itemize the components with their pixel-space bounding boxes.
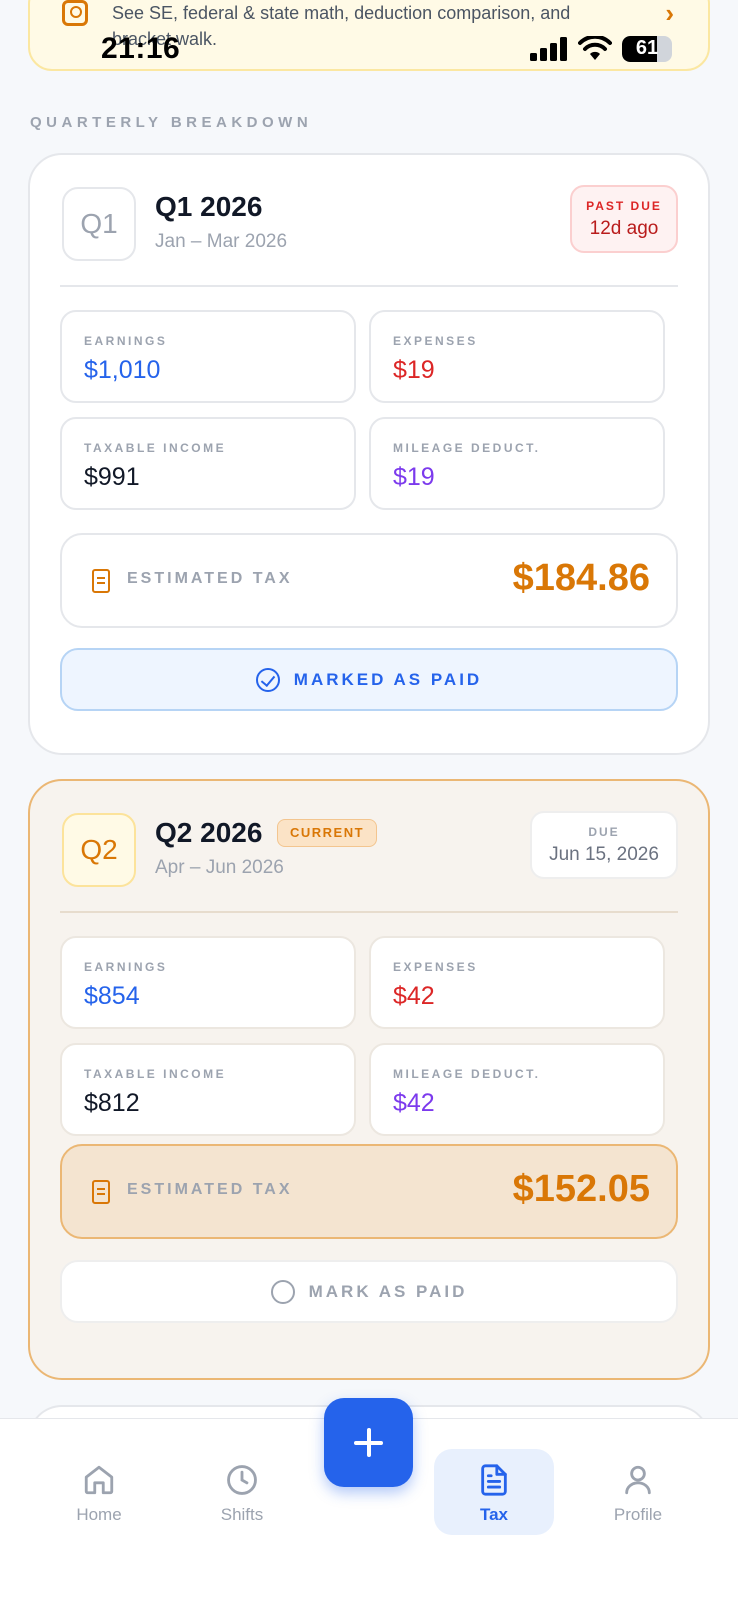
status-label: PAST DUE: [586, 199, 662, 213]
divider: [60, 285, 678, 287]
taxable-income-tile: TAXABLE INCOME $991: [60, 417, 356, 510]
nav-label-home: Home: [76, 1505, 122, 1524]
check-circle-icon: [255, 667, 280, 692]
quarter-range: Apr – Jun 2026: [155, 857, 284, 878]
earnings-tile: EARNINGS $1,010: [60, 310, 356, 403]
status-value: 12d ago: [589, 218, 659, 239]
quarter-card-q2: Q2 Q2 2026 CURRENT Apr – Jun 2026 DUE Ju…: [28, 779, 710, 1380]
quarter-title: Q1 2026: [155, 191, 263, 222]
mileage-deduction-tile: MILEAGE DEDUCT. $19: [369, 417, 665, 510]
battery-icon: 61: [622, 36, 672, 62]
mileage-deduction-tile: MILEAGE DEDUCT. $42: [369, 1043, 665, 1136]
estimated-tax-label: ESTIMATED TAX: [127, 570, 293, 587]
estimated-tax-value: $152.05: [512, 1168, 650, 1210]
nav-item-tax[interactable]: Tax: [434, 1449, 554, 1535]
mark-as-paid-button[interactable]: MARK AS PAID: [60, 1260, 678, 1323]
mileage-deduction-label: MILEAGE DEDUCT.: [393, 441, 541, 455]
current-tag: CURRENT: [277, 819, 378, 847]
earnings-tile: EARNINGS $854: [60, 936, 356, 1029]
earnings-value: $854: [84, 982, 140, 1010]
mileage-deduction-value: $42: [393, 1089, 435, 1117]
estimated-tax-row: ESTIMATED TAX $152.05: [60, 1144, 678, 1239]
expenses-label: EXPENSES: [393, 334, 478, 348]
expenses-label: EXPENSES: [393, 960, 478, 974]
expenses-value: $42: [393, 982, 435, 1010]
mileage-deduction-value: $19: [393, 463, 435, 491]
earnings-label: EARNINGS: [84, 334, 168, 348]
earnings-label: EARNINGS: [84, 960, 168, 974]
expenses-tile: EXPENSES $42: [369, 936, 665, 1029]
taxable-income-tile: TAXABLE INCOME $812: [60, 1043, 356, 1136]
nav-item-profile[interactable]: Profile: [578, 1449, 698, 1535]
chevron-right-icon: ›: [665, 0, 674, 28]
user-icon: [625, 1465, 651, 1495]
add-shift-button[interactable]: [324, 1398, 413, 1487]
nav-label-profile: Profile: [613, 1505, 663, 1524]
estimated-tax-row: ESTIMATED TAX $184.86: [60, 533, 678, 628]
earnings-value: $1,010: [84, 356, 161, 384]
signal-icon: [530, 37, 567, 61]
nav-label-tax: Tax: [479, 1505, 509, 1524]
due-date-badge: DUE Jun 15, 2026: [530, 811, 678, 879]
taxable-income-label: TAXABLE INCOME: [84, 1067, 227, 1081]
status-value: Jun 15, 2026: [549, 844, 659, 865]
nav-label-shifts: Shifts: [220, 1505, 264, 1524]
quarter-card-q1: Q1 Q1 2026 Jan – Mar 2026 PAST DUE 12d a…: [28, 153, 710, 755]
past-due-badge: PAST DUE 12d ago: [570, 185, 678, 253]
section-title: QUARTERLY BREAKDOWN: [30, 114, 313, 131]
document-icon: [481, 1464, 507, 1496]
nav-item-shifts[interactable]: Shifts: [182, 1449, 302, 1535]
expenses-tile: EXPENSES $19: [369, 310, 665, 403]
mileage-deduction-label: MILEAGE DEDUCT.: [393, 1067, 541, 1081]
quarter-title: Q2 2026: [155, 817, 263, 848]
status-icons: 61: [530, 36, 672, 62]
search-document-icon: [62, 0, 88, 26]
receipt-icon: [92, 569, 110, 593]
quarter-range: Jan – Mar 2026: [155, 231, 288, 252]
empty-circle-icon: [270, 1279, 295, 1304]
status-time: 21:16: [101, 32, 181, 65]
quarter-badge: Q2: [62, 813, 136, 887]
divider: [60, 911, 678, 913]
wifi-icon: [578, 36, 612, 60]
quarter-badge: Q1: [62, 187, 136, 261]
pay-button-label: MARK AS PAID: [308, 1281, 468, 1301]
taxable-income-value: $812: [84, 1089, 140, 1117]
taxable-income-label: TAXABLE INCOME: [84, 441, 227, 455]
estimated-tax-label: ESTIMATED TAX: [127, 1181, 293, 1198]
clock-icon: [227, 1465, 257, 1495]
estimated-tax-value: $184.86: [512, 557, 650, 599]
taxable-income-value: $991: [84, 463, 140, 491]
home-icon: [84, 1465, 114, 1495]
battery-level: 61: [635, 37, 659, 59]
status-label: DUE: [588, 825, 620, 839]
receipt-icon: [92, 1180, 110, 1204]
nav-item-home[interactable]: Home: [39, 1449, 159, 1535]
pay-button-label: MARKED AS PAID: [293, 669, 483, 689]
expenses-value: $19: [393, 356, 435, 384]
marked-as-paid-button[interactable]: MARKED AS PAID: [60, 648, 678, 711]
